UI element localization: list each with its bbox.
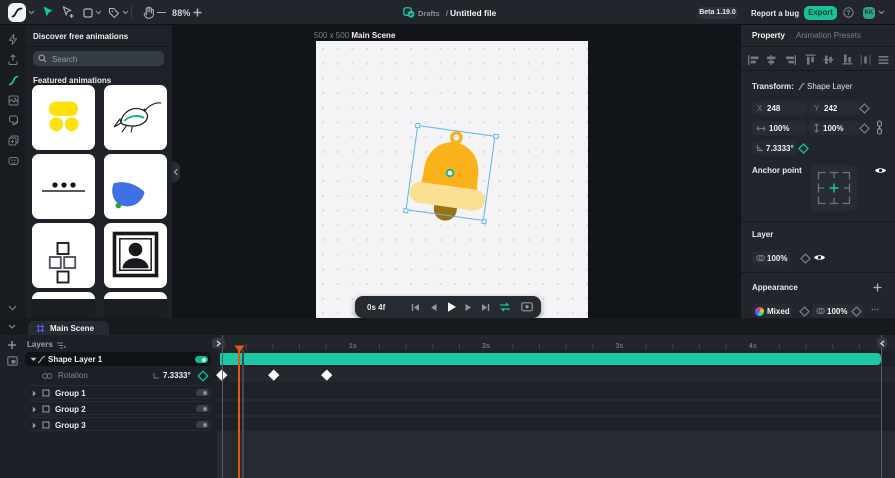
svg-text:1s: 1s: [349, 343, 357, 350]
svg-text:2s: 2s: [482, 343, 490, 350]
svg-text:4s: 4s: [749, 343, 757, 350]
svg-text:3s: 3s: [616, 343, 624, 350]
svg-text:?: ?: [846, 10, 850, 17]
